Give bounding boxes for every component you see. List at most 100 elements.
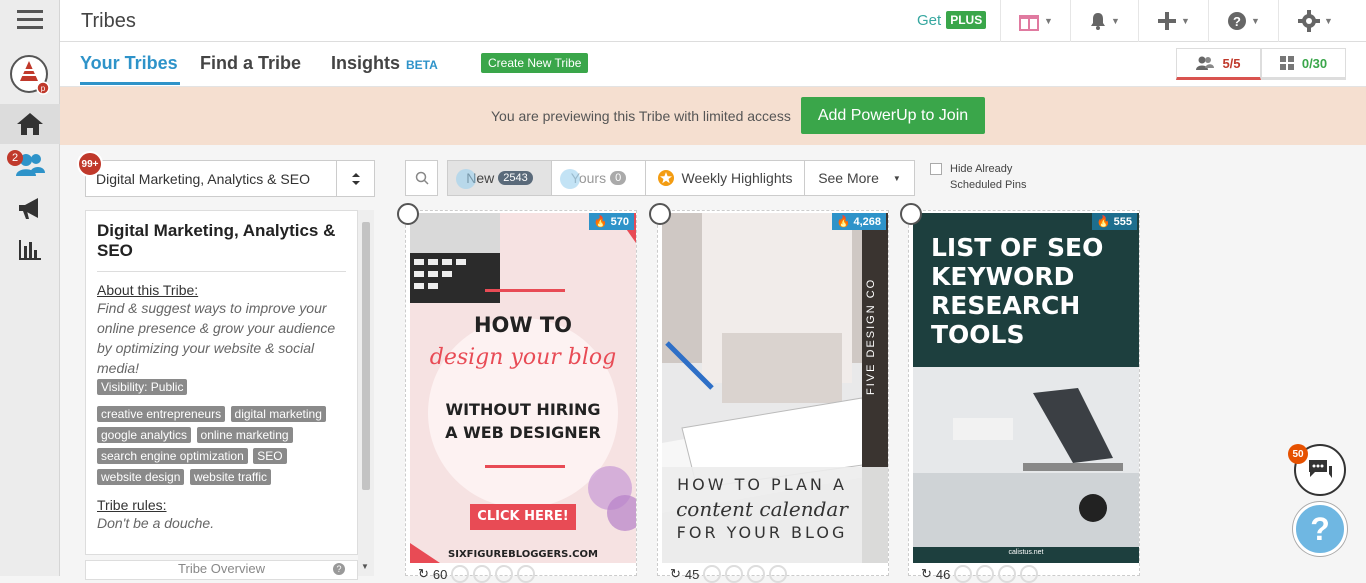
pin-image[interactable]: LIST OF SEO KEYWORD RESEARCH TOOLS calis… [913,213,1139,563]
pin-image[interactable]: FIVE DESIGN CO HOW TO PLAN A content cal… [662,213,888,563]
tab-find-a-tribe[interactable]: Find a Tribe [200,53,301,74]
tag[interactable]: google analytics [97,427,192,443]
tab-your-tribes[interactable]: Your Tribes [80,53,178,74]
tag-list: creative entrepreneurs digital marketing… [97,405,347,489]
tag[interactable]: search engine optimization [97,448,248,464]
settings-menu[interactable]: ▼ [1278,0,1352,42]
tribe-overview-tab[interactable]: Tribe Overview ? [85,560,358,580]
new-count-badge: 2543 [498,171,533,185]
pin-text-line: FOR YOUR BLOG [676,523,848,542]
tribe-select-value: Digital Marketing, Analytics & SEO [96,171,310,187]
pinterest-account-avatar[interactable]: p [0,50,60,98]
tab-bar: Your Tribes Find a Tribe Insights BETA Cr… [60,42,1366,87]
pin-text-line: HOW TO [473,313,573,337]
chevron-down-icon: ▼ [1044,16,1053,26]
pin-quota-value: 0/30 [1301,55,1328,71]
hide-scheduled-checkbox[interactable] [930,163,942,175]
tribe-select[interactable]: Digital Marketing, Analytics & SEO [85,160,375,197]
pin-select-checkbox[interactable] [900,203,922,225]
pin-footer: ↻ 45 [670,565,788,583]
rating-circle[interactable] [769,565,788,583]
filter-weekly-highlights[interactable]: Weekly Highlights [645,160,805,196]
add-menu[interactable]: ▼ [1138,0,1208,42]
tribes-people-icon[interactable]: 2 [0,144,60,184]
chat-bubble-icon [1309,460,1332,478]
tab-insights[interactable]: Insights BETA [331,53,438,74]
gift-icon [1019,15,1040,31]
chevron-down-icon: ▼ [1324,16,1333,26]
hide-scheduled-label-line1: Hide Already [950,163,1013,175]
gift-menu[interactable]: ▼ [1000,0,1070,42]
scroll-down-icon[interactable]: ▼ [361,562,369,571]
rating-circle[interactable] [473,565,492,583]
get-label: Get [917,11,942,29]
tag[interactable]: creative entrepreneurs [97,406,226,422]
notifications-menu[interactable]: ▼ [1070,0,1138,42]
hamburger-menu-icon[interactable] [0,0,60,40]
rating-circle[interactable] [517,565,536,583]
rating-circle[interactable] [451,565,470,583]
pulse-dot [560,169,580,189]
repin-count: 60 [432,566,448,582]
filter-new[interactable]: New 2543 [447,160,552,196]
rating-circle[interactable] [998,565,1017,583]
pin-text-line: CLICK HERE! [477,509,569,524]
search-button[interactable] [405,160,438,196]
chevron-down-icon: ▼ [1111,16,1120,26]
pin-card[interactable]: HOW TO design your blog WITHOUT HIRING A… [397,203,637,583]
repin-icon: ↻ [670,566,681,581]
hide-scheduled-label[interactable]: Hide Already Scheduled Pins [950,161,1026,193]
tribe-description: Find & suggest ways to improve your onli… [97,300,336,376]
pin-quota[interactable]: 0/30 [1261,48,1346,80]
tab-insights-label: Insights [331,53,401,73]
tag[interactable]: website design [97,469,185,485]
pin-text-line: calistus.net [1008,549,1044,556]
analytics-chart-icon[interactable] [0,230,60,270]
pin-select-checkbox[interactable] [649,203,671,225]
active-tab-underline [80,82,180,85]
see-more-dropdown[interactable]: See More ▼ [804,160,915,196]
rating-circle[interactable] [954,565,973,583]
help-menu[interactable]: ? ▼ [1208,0,1278,42]
help-button[interactable]: ? [1293,502,1347,556]
megaphone-icon[interactable] [0,188,60,228]
pin-text-line: design your blog [429,345,617,370]
info-scrollbar-thumb[interactable] [362,222,370,490]
notification-badge: 2 [7,150,23,166]
rating-circle[interactable] [1020,565,1039,583]
rating-circle[interactable] [703,565,722,583]
pin-image[interactable]: HOW TO design your blog WITHOUT HIRING A… [410,213,636,563]
tag[interactable]: SEO [253,448,287,464]
tag[interactable]: online marketing [196,427,293,443]
top-bar: Tribes Get PLUS ▼ ▼ ▼ ? ▼ ▼ [60,0,1366,42]
create-new-tribe-button[interactable]: Create New Tribe [481,53,589,73]
pin-text-line: RESEARCH [931,291,1081,320]
left-rail: p 2 [0,0,60,576]
pin-text-line: FIVE DESIGN CO [865,277,877,395]
heat-value: 4,268 [853,216,881,228]
tag[interactable]: digital marketing [230,406,326,422]
rating-circle[interactable] [976,565,995,583]
pulse-dot [456,169,476,189]
pin-text-line: HOW TO PLAN A [677,475,847,494]
rating-circle[interactable] [495,565,514,583]
pin-card[interactable]: LIST OF SEO KEYWORD RESEARCH TOOLS calis… [900,203,1140,583]
rating-circle[interactable] [747,565,766,583]
chat-unread-badge: 50 [1288,444,1308,464]
add-powerup-button[interactable]: Add PowerUp to Join [801,97,985,134]
hide-scheduled-label-line2: Scheduled Pins [950,179,1027,191]
rating-circle[interactable] [725,565,744,583]
beta-badge: BETA [406,58,438,72]
question-icon[interactable]: ? [333,563,345,575]
get-plus-link[interactable]: Get PLUS [917,11,987,29]
question-circle-icon: ? [1228,12,1247,30]
tribe-overview-label: Tribe Overview [178,561,265,576]
home-icon[interactable] [0,104,60,144]
filter-yours[interactable]: Yours 0 [551,160,646,196]
member-quota[interactable]: 5/5 [1176,48,1261,80]
pin-text-line: WITHOUT HIRING [445,400,601,419]
pin-footer: ↻ 46 [921,565,1039,583]
pin-card[interactable]: FIVE DESIGN CO HOW TO PLAN A content cal… [649,203,889,583]
tag[interactable]: website traffic [189,469,271,485]
pin-select-checkbox[interactable] [397,203,419,225]
